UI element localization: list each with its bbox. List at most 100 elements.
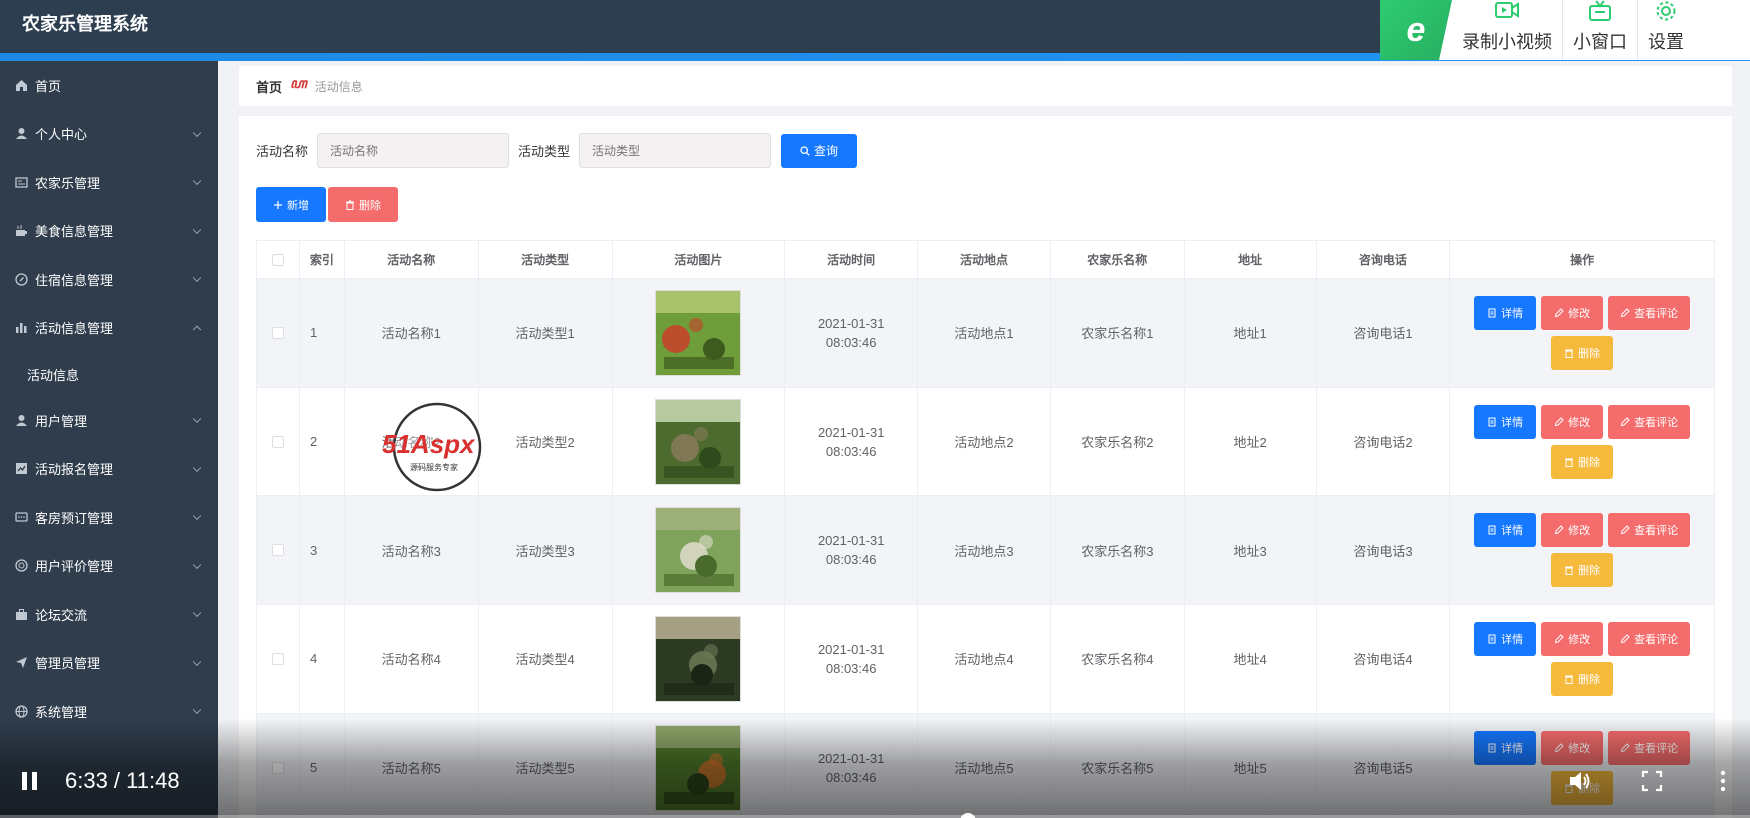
- sidebar-item-activity-info-manage[interactable]: 活动信息管理: [0, 304, 218, 353]
- more-options-icon[interactable]: [1710, 768, 1736, 794]
- cell-type: 活动类型1: [479, 279, 613, 387]
- video-progress-knob[interactable]: [959, 813, 976, 818]
- settings-button[interactable]: 设置: [1638, 0, 1694, 60]
- delete-row-button[interactable]: 删除: [1551, 444, 1614, 479]
- fullscreen-icon[interactable]: [1639, 768, 1665, 794]
- detail-button[interactable]: 详情: [1474, 513, 1537, 548]
- mini-window-button[interactable]: 小窗口: [1563, 0, 1638, 60]
- food-icon: [14, 224, 28, 238]
- cell-farm: 农家乐名称3: [1051, 496, 1185, 605]
- detail-button[interactable]: 详情: [1474, 621, 1537, 656]
- view-reviews-button[interactable]: 查看评论: [1608, 404, 1691, 439]
- delete-row-button[interactable]: 删除: [1551, 553, 1614, 588]
- chart-icon: [14, 462, 28, 476]
- detail-button[interactable]: 详情: [1474, 404, 1537, 439]
- sidebar-item-label: 用户评价管理: [35, 559, 114, 575]
- activity-photo[interactable]: [655, 398, 742, 485]
- sidebar-item-admin-manage[interactable]: 管理员管理: [0, 639, 218, 688]
- activity-photo[interactable]: [655, 615, 742, 702]
- sidebar-item-home[interactable]: 首页: [0, 61, 218, 110]
- delete-row-button[interactable]: 删除: [1551, 661, 1614, 696]
- row-checkbox[interactable]: [271, 652, 284, 665]
- activity-photo[interactable]: [655, 507, 742, 594]
- delete-row-label: 删除: [1578, 347, 1601, 360]
- sidebar-item-user-manage[interactable]: 用户管理: [0, 396, 218, 445]
- sidebar-item-room-booking[interactable]: 客房预订管理: [0, 493, 218, 542]
- activity-type-input[interactable]: [579, 133, 772, 168]
- sidebar-item-label: 论坛交流: [35, 607, 88, 623]
- pause-button[interactable]: [22, 772, 38, 790]
- activity-name-input[interactable]: [317, 133, 510, 168]
- document-icon: [1488, 525, 1496, 535]
- sidebar-item-user-review[interactable]: 用户评价管理: [0, 542, 218, 591]
- trash-icon: [346, 199, 354, 210]
- cell-address: 地址2: [1185, 387, 1317, 496]
- col-address: 地址: [1185, 241, 1317, 278]
- record-video-button[interactable]: 录制小视频: [1452, 0, 1563, 60]
- add-button[interactable]: 新增: [256, 187, 326, 222]
- pencil-icon: [1555, 634, 1564, 644]
- col-name: 活动名称: [345, 241, 479, 278]
- cell-actions: 详情 修改 查看评论 删除: [1450, 605, 1714, 713]
- sidebar-item-signup-manage[interactable]: 活动报名管理: [0, 445, 218, 494]
- view-reviews-button[interactable]: 查看评论: [1608, 513, 1691, 548]
- batch-delete-button[interactable]: 删除: [328, 187, 398, 222]
- query-button-label: 查询: [814, 144, 839, 158]
- select-all-checkbox[interactable]: [271, 253, 284, 266]
- sidebar-item-food-info[interactable]: 美食信息管理: [0, 207, 218, 256]
- delete-row-label: 删除: [1578, 565, 1601, 578]
- pencil-icon: [1555, 525, 1564, 535]
- document-icon: [1488, 308, 1496, 318]
- table-row: 4 活动名称4 活动类型4 2021-01-31 08:03:46 活动地点4 …: [257, 605, 1714, 714]
- detail-button-label: 详情: [1501, 633, 1524, 646]
- view-reviews-label: 查看评论: [1634, 416, 1679, 429]
- row-select-cell: [257, 496, 300, 605]
- cell-address: 地址4: [1185, 605, 1317, 713]
- edit-button[interactable]: 修改: [1541, 295, 1604, 330]
- breadcrumb-home-link[interactable]: 首页: [256, 77, 282, 96]
- sidebar-item-lodging-info[interactable]: 住宿信息管理: [0, 255, 218, 304]
- cell-time: 2021-01-31 08:03:46: [785, 605, 919, 713]
- view-reviews-button[interactable]: 查看评论: [1608, 295, 1691, 330]
- table-header: 索引 活动名称 活动类型 活动图片 活动时间 活动地点 农家乐名称 地址 咨询电…: [257, 241, 1714, 279]
- chevron-down-icon: [192, 414, 202, 424]
- detail-button-label: 详情: [1501, 525, 1524, 538]
- row-checkbox[interactable]: [271, 435, 284, 448]
- trash-icon: [1565, 675, 1574, 684]
- activity-photo-graphic: [656, 290, 741, 375]
- delete-row-button[interactable]: 删除: [1551, 335, 1614, 370]
- edit-button-label: 修改: [1568, 416, 1591, 429]
- edit-button[interactable]: 修改: [1541, 404, 1604, 439]
- row-select-cell: [257, 387, 300, 496]
- cell-farm: 农家乐名称2: [1051, 387, 1185, 496]
- view-reviews-button[interactable]: 查看评论: [1608, 621, 1691, 656]
- row-checkbox[interactable]: [271, 544, 284, 557]
- detail-button[interactable]: 详情: [1474, 295, 1537, 330]
- pencil-icon: [1555, 308, 1564, 317]
- edit-button[interactable]: 修改: [1541, 513, 1604, 548]
- globe-icon: [14, 704, 28, 718]
- cell-type: 活动类型3: [479, 496, 613, 605]
- sidebar-item-farm-manage[interactable]: 农家乐管理: [0, 158, 218, 207]
- activity-photo[interactable]: [655, 289, 742, 376]
- edit-button[interactable]: 修改: [1541, 621, 1604, 656]
- cell-actions: 详情 修改 查看评论 删除: [1450, 279, 1714, 387]
- sidebar-item-forum[interactable]: 论坛交流: [0, 590, 218, 639]
- cell-address: 地址3: [1185, 496, 1317, 605]
- row-select-cell: [257, 279, 300, 387]
- sidebar-item-label: 活动信息: [27, 367, 80, 383]
- plus-icon: [274, 200, 282, 209]
- pencil-icon: [1621, 634, 1630, 644]
- user-icon: [14, 127, 28, 141]
- chevron-down-icon: [192, 705, 202, 715]
- volume-icon[interactable]: [1567, 768, 1593, 794]
- edit-button-label: 修改: [1568, 633, 1591, 646]
- trash-icon: [1565, 349, 1574, 358]
- row-checkbox[interactable]: [271, 326, 284, 339]
- chevron-down-icon: [192, 657, 202, 666]
- chevron-up-icon: [192, 325, 202, 334]
- sidebar-item-personal-center[interactable]: 个人中心: [0, 110, 218, 159]
- sidebar-item-activity-info[interactable]: 活动信息: [0, 352, 218, 396]
- cell-address: 地址1: [1185, 279, 1317, 387]
- query-button[interactable]: 查询: [781, 133, 858, 168]
